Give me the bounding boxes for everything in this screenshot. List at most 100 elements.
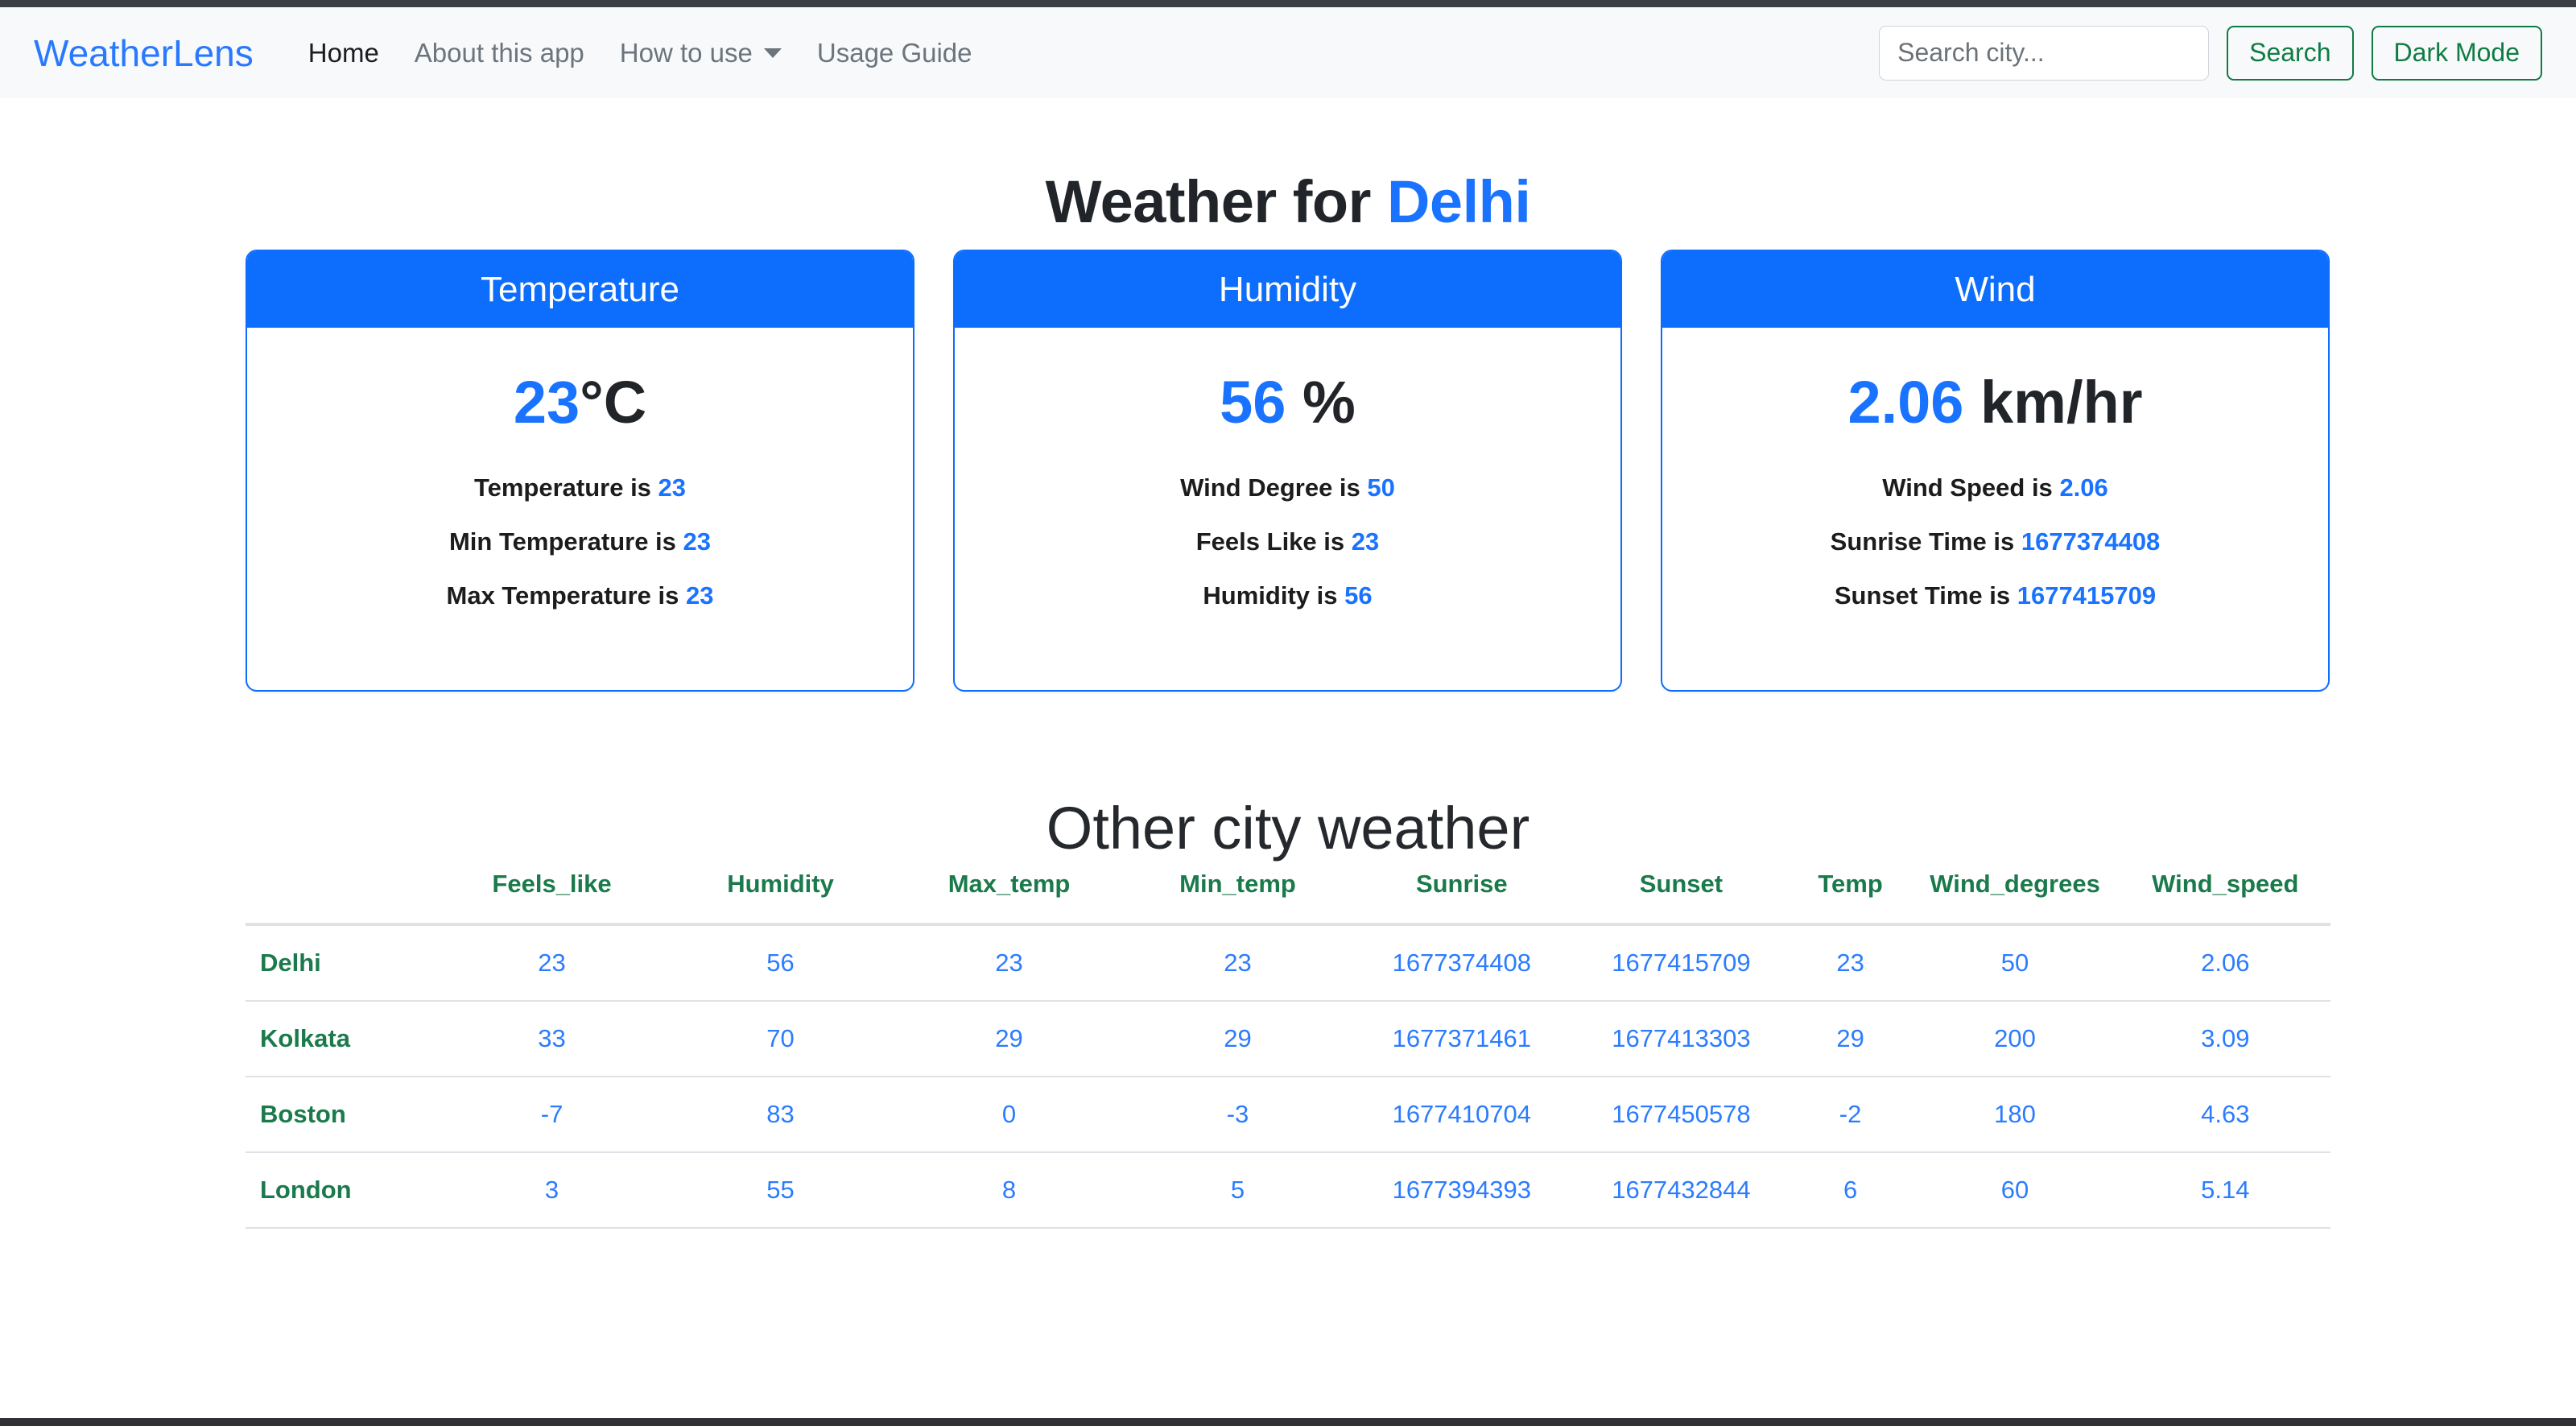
table-cell-wind-degrees: 200 bbox=[1909, 1001, 2120, 1077]
table-header-max-temp: Max_temp bbox=[894, 860, 1124, 926]
table-cell-max-temp: 29 bbox=[894, 1001, 1124, 1077]
table-cell-humidity: 70 bbox=[666, 1001, 895, 1077]
table-cell-temp: 23 bbox=[1790, 924, 1910, 1002]
nav-link-usage-guide[interactable]: Usage Guide bbox=[799, 38, 990, 68]
wind-value-unit: km/hr bbox=[1980, 369, 2143, 436]
table-cell-feels-like: 3 bbox=[437, 1152, 667, 1229]
humidity-detail-label: Humidity is bbox=[1203, 581, 1338, 610]
table-row: Delhi 23 56 23 23 1677374408 1677415709 … bbox=[246, 924, 2330, 1002]
table-cell-min-temp: 5 bbox=[1123, 1152, 1352, 1229]
temperature-main-value: 23°C bbox=[263, 368, 897, 436]
table-cell-sunset: 1677450578 bbox=[1571, 1077, 1791, 1153]
table-cell-wind-degrees: 50 bbox=[1909, 924, 2120, 1002]
temperature-detail-value: 23 bbox=[658, 473, 687, 502]
table-cell-feels-like: -7 bbox=[437, 1077, 667, 1153]
sunset-time-detail-row: Sunset Time is 1677415709 bbox=[1678, 581, 2312, 610]
wind-card-title: Wind bbox=[1662, 251, 2328, 328]
table-body: Delhi 23 56 23 23 1677374408 1677415709 … bbox=[246, 924, 2330, 1229]
table-header-feels-like: Feels_like bbox=[437, 860, 667, 926]
feels-like-detail-row: Feels Like is 23 bbox=[971, 527, 1604, 556]
wind-speed-detail-label: Wind Speed is bbox=[1882, 473, 2053, 502]
min-temperature-detail-row: Min Temperature is 23 bbox=[263, 527, 897, 556]
table-cell-sunrise: 1677410704 bbox=[1352, 1077, 1572, 1153]
other-cities-table: Feels_like Humidity Max_temp Min_temp Su… bbox=[246, 860, 2330, 1229]
temperature-value-unit: °C bbox=[580, 369, 647, 436]
table-cell-wind-degrees: 180 bbox=[1909, 1077, 2120, 1153]
table-cell-wind-speed: 4.63 bbox=[2120, 1077, 2330, 1153]
nav-links: Home About this app How to use Usage Gui… bbox=[291, 38, 990, 68]
nav-link-home[interactable]: Home bbox=[291, 38, 397, 68]
search-button[interactable]: Search bbox=[2227, 25, 2354, 81]
table-cell-sunset: 1677415709 bbox=[1571, 924, 1791, 1002]
search-input[interactable] bbox=[1879, 25, 2210, 81]
top-navbar: WeatherLens Home About this app How to u… bbox=[0, 7, 2576, 98]
wind-value-number: 2.06 bbox=[1847, 369, 1964, 436]
page-title-prefix: Weather for bbox=[1045, 167, 1372, 235]
table-cell-feels-like: 33 bbox=[437, 1001, 667, 1077]
wind-card-body: 2.06 km/hr Wind Speed is 2.06 Sunrise Ti… bbox=[1662, 328, 2328, 690]
table-header-sunset: Sunset bbox=[1571, 860, 1791, 926]
table-cell-humidity: 83 bbox=[666, 1077, 895, 1153]
max-temperature-detail-label: Max Temperature is bbox=[446, 581, 679, 610]
temperature-value-number: 23 bbox=[513, 369, 580, 436]
table-cell-max-temp: 8 bbox=[894, 1152, 1124, 1229]
min-temperature-detail-value: 23 bbox=[683, 527, 712, 556]
other-cities-table-wrapper: Feels_like Humidity Max_temp Min_temp Su… bbox=[246, 860, 2330, 1229]
nav-link-how-to-use[interactable]: How to use bbox=[602, 38, 799, 68]
navbar-actions: Search Dark Mode bbox=[1879, 25, 2542, 81]
app-page: WeatherLens Home About this app How to u… bbox=[0, 0, 2576, 1426]
table-cell-feels-like: 23 bbox=[437, 924, 667, 1002]
table-row: Boston -7 83 0 -3 1677410704 1677450578 … bbox=[246, 1077, 2330, 1153]
table-cell-humidity: 55 bbox=[666, 1152, 895, 1229]
wind-degree-detail-label: Wind Degree is bbox=[1180, 473, 1360, 502]
browser-chrome-bottom-strip bbox=[0, 1418, 2576, 1426]
nav-link-about-this-app[interactable]: About this app bbox=[397, 38, 602, 68]
humidity-value-number: 56 bbox=[1220, 369, 1286, 436]
temperature-detail-row: Temperature is 23 bbox=[263, 473, 897, 502]
brand-logo[interactable]: WeatherLens bbox=[34, 31, 254, 75]
table-cell-city: London bbox=[246, 1152, 438, 1229]
wind-speed-detail-value: 2.06 bbox=[2059, 473, 2108, 502]
table-header-wind-speed: Wind_speed bbox=[2120, 860, 2330, 926]
min-temperature-detail-label: Min Temperature is bbox=[448, 527, 676, 556]
table-cell-sunset: 1677413303 bbox=[1571, 1001, 1791, 1077]
table-cell-temp: 6 bbox=[1790, 1152, 1910, 1229]
wind-card: Wind 2.06 km/hr Wind Speed is 2.06 Sunri… bbox=[1661, 250, 2330, 692]
temperature-card: Temperature 23°C Temperature is 23 Min T… bbox=[246, 250, 914, 692]
table-cell-min-temp: -3 bbox=[1123, 1077, 1352, 1153]
table-cell-temp: -2 bbox=[1790, 1077, 1910, 1153]
table-row: London 3 55 8 5 1677394393 1677432844 6 … bbox=[246, 1152, 2330, 1229]
table-header-wind-degrees: Wind_degrees bbox=[1909, 860, 2120, 926]
table-header-row: Feels_like Humidity Max_temp Min_temp Su… bbox=[246, 860, 2330, 926]
table-cell-sunrise: 1677374408 bbox=[1352, 924, 1572, 1002]
max-temperature-detail-value: 23 bbox=[686, 581, 714, 610]
table-cell-sunset: 1677432844 bbox=[1571, 1152, 1791, 1229]
table-header-sunrise: Sunrise bbox=[1352, 860, 1572, 926]
table-cell-min-temp: 23 bbox=[1123, 924, 1352, 1002]
wind-main-value: 2.06 km/hr bbox=[1678, 368, 2312, 436]
sunrise-time-detail-label: Sunrise Time is bbox=[1830, 527, 2015, 556]
table-cell-min-temp: 29 bbox=[1123, 1001, 1352, 1077]
table-cell-sunrise: 1677371461 bbox=[1352, 1001, 1572, 1077]
humidity-detail-row: Humidity is 56 bbox=[971, 581, 1604, 610]
table-cell-wind-speed: 2.06 bbox=[2120, 924, 2330, 1002]
sunset-time-detail-label: Sunset Time is bbox=[1834, 581, 2011, 610]
other-cities-section-title: Other city weather bbox=[1046, 795, 1530, 862]
sunrise-time-detail-value: 1677374408 bbox=[2021, 527, 2161, 556]
humidity-card-title: Humidity bbox=[955, 251, 1620, 328]
table-header-temp: Temp bbox=[1790, 860, 1910, 926]
page-title-city: Delhi bbox=[1386, 167, 1531, 235]
nav-link-how-to-use-label: How to use bbox=[619, 37, 753, 68]
wind-degree-detail-value: 50 bbox=[1367, 473, 1395, 502]
dark-mode-toggle-button[interactable]: Dark Mode bbox=[2371, 25, 2542, 81]
page-title: Weather for Delhi bbox=[0, 167, 2576, 236]
feels-like-detail-value: 23 bbox=[1351, 527, 1380, 556]
humidity-value-unit: % bbox=[1302, 369, 1356, 436]
table-row: Kolkata 33 70 29 29 1677371461 167741330… bbox=[246, 1001, 2330, 1077]
table-cell-max-temp: 23 bbox=[894, 924, 1124, 1002]
table-cell-city: Kolkata bbox=[246, 1001, 438, 1077]
table-cell-humidity: 56 bbox=[666, 924, 895, 1002]
humidity-detail-value: 56 bbox=[1344, 581, 1373, 610]
table-cell-wind-degrees: 60 bbox=[1909, 1152, 2120, 1229]
table-cell-max-temp: 0 bbox=[894, 1077, 1124, 1153]
